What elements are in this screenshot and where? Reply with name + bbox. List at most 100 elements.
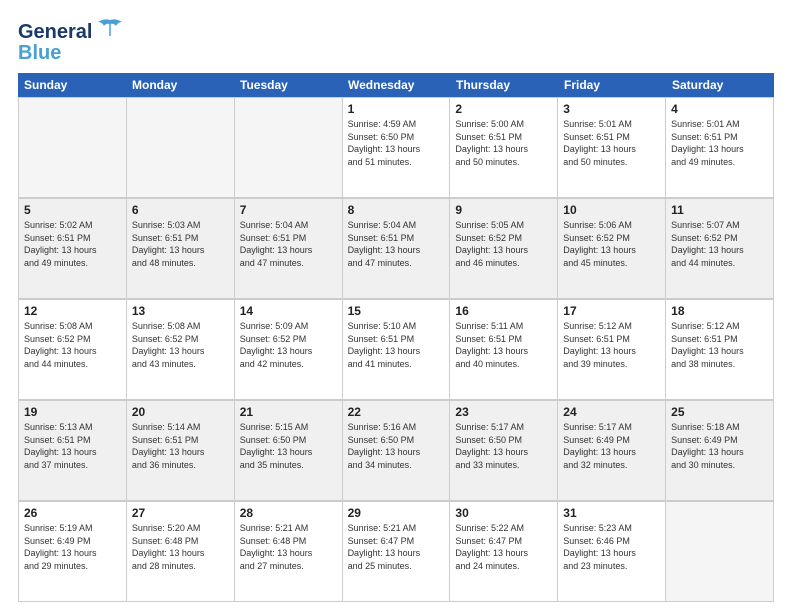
day-number: 7 [240,203,337,217]
calendar-week-5: 26 Sunrise: 5:19 AM Sunset: 6:49 PM Dayli… [18,501,774,602]
day-info: Sunrise: 5:20 AM Sunset: 6:48 PM Dayligh… [132,522,229,572]
calendar-day-12: 12 Sunrise: 5:08 AM Sunset: 6:52 PM Dayli… [19,300,127,400]
day-number: 13 [132,304,229,318]
day-info: Sunrise: 5:02 AM Sunset: 6:51 PM Dayligh… [24,219,121,269]
day-number: 31 [563,506,660,520]
calendar-day-6: 6 Sunrise: 5:03 AM Sunset: 6:51 PM Daylig… [127,199,235,299]
day-number: 30 [455,506,552,520]
calendar-day-13: 13 Sunrise: 5:08 AM Sunset: 6:52 PM Dayli… [127,300,235,400]
day-number: 22 [348,405,445,419]
day-info: Sunrise: 5:09 AM Sunset: 6:52 PM Dayligh… [240,320,337,370]
day-info: Sunrise: 5:14 AM Sunset: 6:51 PM Dayligh… [132,421,229,471]
calendar-day-5: 5 Sunrise: 5:02 AM Sunset: 6:51 PM Daylig… [19,199,127,299]
calendar-day-15: 15 Sunrise: 5:10 AM Sunset: 6:51 PM Dayli… [343,300,451,400]
day-info: Sunrise: 5:00 AM Sunset: 6:51 PM Dayligh… [455,118,552,168]
calendar-body: 1 Sunrise: 4:59 AM Sunset: 6:50 PM Daylig… [18,97,774,602]
day-info: Sunrise: 5:11 AM Sunset: 6:51 PM Dayligh… [455,320,552,370]
header: General Blue [18,18,774,63]
day-number: 19 [24,405,121,419]
day-info: Sunrise: 5:17 AM Sunset: 6:49 PM Dayligh… [563,421,660,471]
day-number: 6 [132,203,229,217]
day-number: 9 [455,203,552,217]
day-info: Sunrise: 5:13 AM Sunset: 6:51 PM Dayligh… [24,421,121,471]
day-number: 28 [240,506,337,520]
day-info: Sunrise: 5:21 AM Sunset: 6:48 PM Dayligh… [240,522,337,572]
calendar-empty [666,502,774,602]
day-number: 23 [455,405,552,419]
day-number: 29 [348,506,445,520]
calendar-day-16: 16 Sunrise: 5:11 AM Sunset: 6:51 PM Dayli… [450,300,558,400]
day-info: Sunrise: 5:07 AM Sunset: 6:52 PM Dayligh… [671,219,768,269]
day-number: 3 [563,102,660,116]
day-info: Sunrise: 5:12 AM Sunset: 6:51 PM Dayligh… [563,320,660,370]
logo-bird-icon [96,18,124,45]
day-number: 5 [24,203,121,217]
day-number: 18 [671,304,768,318]
day-header-monday: Monday [126,73,234,97]
day-number: 4 [671,102,768,116]
day-number: 8 [348,203,445,217]
calendar-day-17: 17 Sunrise: 5:12 AM Sunset: 6:51 PM Dayli… [558,300,666,400]
day-info: Sunrise: 5:01 AM Sunset: 6:51 PM Dayligh… [671,118,768,168]
day-number: 11 [671,203,768,217]
logo: General Blue [18,18,124,63]
day-info: Sunrise: 5:08 AM Sunset: 6:52 PM Dayligh… [24,320,121,370]
day-info: Sunrise: 5:23 AM Sunset: 6:46 PM Dayligh… [563,522,660,572]
day-header-tuesday: Tuesday [234,73,342,97]
calendar-day-14: 14 Sunrise: 5:09 AM Sunset: 6:52 PM Dayli… [235,300,343,400]
day-number: 17 [563,304,660,318]
day-number: 16 [455,304,552,318]
day-info: Sunrise: 5:03 AM Sunset: 6:51 PM Dayligh… [132,219,229,269]
calendar-week-1: 1 Sunrise: 4:59 AM Sunset: 6:50 PM Daylig… [18,97,774,198]
calendar-day-25: 25 Sunrise: 5:18 AM Sunset: 6:49 PM Dayli… [666,401,774,501]
day-number: 1 [348,102,445,116]
calendar-day-1: 1 Sunrise: 4:59 AM Sunset: 6:50 PM Daylig… [343,98,451,198]
calendar-day-4: 4 Sunrise: 5:01 AM Sunset: 6:51 PM Daylig… [666,98,774,198]
calendar-day-27: 27Sunrise: 5:20 AM Sunset: 6:48 PM Dayli… [127,502,235,602]
day-info: Sunrise: 5:17 AM Sunset: 6:50 PM Dayligh… [455,421,552,471]
calendar-day-30: 30 Sunrise: 5:22 AM Sunset: 6:47 PM Dayli… [450,502,558,602]
day-header-saturday: Saturday [666,73,774,97]
day-info: Sunrise: 5:10 AM Sunset: 6:51 PM Dayligh… [348,320,445,370]
calendar-day-22: 22 Sunrise: 5:16 AM Sunset: 6:50 PM Dayli… [343,401,451,501]
calendar-day-2: 2 Sunrise: 5:00 AM Sunset: 6:51 PM Daylig… [450,98,558,198]
calendar-empty [19,98,127,198]
day-info: Sunrise: 5:16 AM Sunset: 6:50 PM Dayligh… [348,421,445,471]
day-info: Sunrise: 5:05 AM Sunset: 6:52 PM Dayligh… [455,219,552,269]
day-info: Sunrise: 5:19 AM Sunset: 6:49 PM Dayligh… [24,522,121,572]
calendar-day-26: 26 Sunrise: 5:19 AM Sunset: 6:49 PM Dayli… [19,502,127,602]
calendar-day-9: 9 Sunrise: 5:05 AM Sunset: 6:52 PM Daylig… [450,199,558,299]
day-number: 26 [24,506,121,520]
day-info: Sunrise: 5:18 AM Sunset: 6:49 PM Dayligh… [671,421,768,471]
day-info: Sunrise: 5:06 AM Sunset: 6:52 PM Dayligh… [563,219,660,269]
day-number: 14 [240,304,337,318]
logo-general: General [18,21,92,43]
day-number: 24 [563,405,660,419]
calendar-header: SundayMondayTuesdayWednesdayThursdayFrid… [18,73,774,97]
day-number: 21 [240,405,337,419]
day-info: Sunrise: 5:04 AM Sunset: 6:51 PM Dayligh… [240,219,337,269]
day-number: 12 [24,304,121,318]
calendar-empty [235,98,343,198]
calendar-day-21: 21Sunrise: 5:15 AM Sunset: 6:50 PM Dayli… [235,401,343,501]
day-number: 25 [671,405,768,419]
day-number: 10 [563,203,660,217]
calendar-day-29: 29Sunrise: 5:21 AM Sunset: 6:47 PM Dayli… [343,502,451,602]
calendar-day-20: 20 Sunrise: 5:14 AM Sunset: 6:51 PM Dayli… [127,401,235,501]
calendar-day-10: 10 Sunrise: 5:06 AM Sunset: 6:52 PM Dayli… [558,199,666,299]
calendar-week-3: 12 Sunrise: 5:08 AM Sunset: 6:52 PM Dayli… [18,299,774,400]
calendar-week-4: 19 Sunrise: 5:13 AM Sunset: 6:51 PM Dayli… [18,400,774,501]
day-info: Sunrise: 5:22 AM Sunset: 6:47 PM Dayligh… [455,522,552,572]
calendar-day-28: 28 Sunrise: 5:21 AM Sunset: 6:48 PM Dayli… [235,502,343,602]
day-number: 20 [132,405,229,419]
day-info: Sunrise: 4:59 AM Sunset: 6:50 PM Dayligh… [348,118,445,168]
calendar-week-2: 5 Sunrise: 5:02 AM Sunset: 6:51 PM Daylig… [18,198,774,299]
day-info: Sunrise: 5:08 AM Sunset: 6:52 PM Dayligh… [132,320,229,370]
day-number: 2 [455,102,552,116]
calendar-day-8: 8Sunrise: 5:04 AM Sunset: 6:51 PM Daylig… [343,199,451,299]
calendar-day-18: 18Sunrise: 5:12 AM Sunset: 6:51 PM Dayli… [666,300,774,400]
day-number: 15 [348,304,445,318]
calendar-day-7: 7 Sunrise: 5:04 AM Sunset: 6:51 PM Daylig… [235,199,343,299]
day-header-friday: Friday [558,73,666,97]
day-header-sunday: Sunday [18,73,126,97]
